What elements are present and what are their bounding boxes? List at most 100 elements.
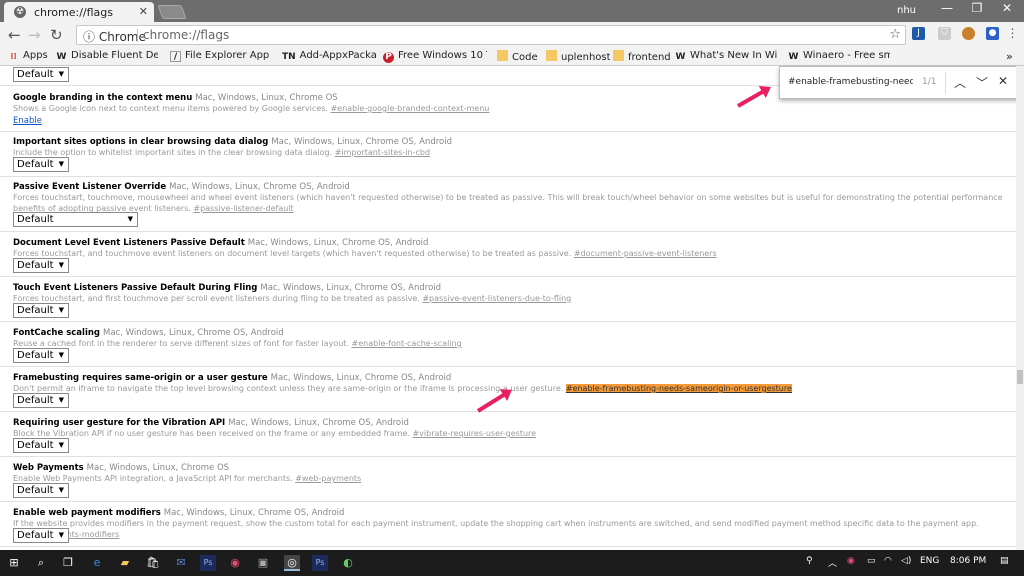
- folder-icon: [546, 50, 557, 61]
- edge-browser-icon[interactable]: e: [89, 555, 105, 571]
- profile-name[interactable]: nhu: [897, 5, 916, 16]
- app-pink-icon[interactable]: ◉: [227, 555, 243, 571]
- flag-title: Document Level Event Listeners Passive D…: [13, 238, 429, 248]
- flag-dropdown[interactable]: Default ▼: [13, 67, 69, 82]
- bookmark-item[interactable]: TNAdd-AppxPackage: [282, 50, 377, 63]
- minimize-button[interactable]: —: [932, 1, 962, 15]
- bookmark-folder[interactable]: Code: [497, 50, 547, 63]
- bookmark-star-icon[interactable]: ☆: [889, 27, 901, 42]
- find-input[interactable]: #enable-framebusting-needs-s: [788, 77, 913, 87]
- reload-button[interactable]: ↻: [50, 26, 63, 44]
- menu-dots-icon[interactable]: ⋮: [1006, 27, 1019, 40]
- flag-title: Important sites options in clear browsin…: [13, 137, 452, 147]
- flag-anchor-link[interactable]: #enable-google-branded-context-menu: [330, 104, 489, 113]
- close-window-button[interactable]: ✕: [992, 1, 1022, 15]
- people-icon[interactable]: ⚲: [806, 556, 813, 566]
- flag-anchor-link[interactable]: #important-sites-in-cbd: [335, 148, 430, 157]
- find-prev-icon[interactable]: ︿: [954, 74, 966, 91]
- flag-description: Forces touchstart, and touchmove event l…: [13, 249, 717, 258]
- dropdown-arrow-icon: ▼: [58, 160, 64, 168]
- tab-flags[interactable]: ☢ chrome://flags ✕: [4, 2, 154, 22]
- tab-close-icon[interactable]: ✕: [139, 5, 148, 18]
- search-icon[interactable]: ⌕: [33, 555, 49, 571]
- chrome-taskbar-icon[interactable]: ◎: [284, 555, 300, 571]
- enable-link[interactable]: Enable: [13, 116, 42, 126]
- extension-orange-icon[interactable]: [962, 27, 975, 40]
- find-next-icon[interactable]: ﹀: [976, 74, 988, 91]
- bookmark-item[interactable]: PFree Windows 10 The: [383, 50, 487, 63]
- flag-anchor-link[interactable]: #passive-listener-default: [193, 204, 293, 213]
- tray-chevron-icon[interactable]: ︿: [828, 556, 837, 569]
- windows-taskbar: ⊞ ⌕ ❐ e ▰ 🛍 ✉ Ps ◉ ▣ ◎ Ps ◐ ⚲ ︿ ◉ ▭ ◠ ◁)…: [0, 550, 1024, 576]
- flag-dropdown[interactable]: Default ▼: [13, 258, 69, 273]
- flag-title: Passive Event Listener Override Mac, Win…: [13, 182, 350, 192]
- task-view-icon[interactable]: ❐: [60, 555, 76, 571]
- divider: [0, 411, 1016, 412]
- divider: [0, 176, 1016, 177]
- forward-button[interactable]: →: [28, 26, 41, 44]
- file-explorer-icon[interactable]: ▰: [117, 555, 133, 571]
- bookmark-folder[interactable]: uplenhost: [546, 50, 610, 63]
- photoshop-icon[interactable]: Ps: [200, 555, 216, 571]
- flag-description: If the website provides modifiers in the…: [13, 518, 1003, 540]
- maximize-button[interactable]: ❐: [962, 1, 992, 15]
- bookmarks-overflow-button[interactable]: »: [1006, 50, 1020, 63]
- notifications-icon[interactable]: ▤: [1000, 556, 1009, 566]
- flag-dropdown[interactable]: Default ▼: [13, 528, 69, 543]
- dropdown-arrow-icon: ▼: [58, 306, 64, 314]
- flag-dropdown[interactable]: Default ▼: [13, 212, 138, 227]
- page-scrollbar[interactable]: [1016, 66, 1024, 550]
- back-button[interactable]: ←: [8, 26, 21, 44]
- flag-description: Forces touchstart, and first touchmove p…: [13, 294, 572, 303]
- flag-title: FontCache scaling Mac, Windows, Linux, C…: [13, 328, 284, 338]
- scrollbar-thumb[interactable]: [1017, 370, 1023, 384]
- flag-anchor-link[interactable]: #document-passive-event-listeners: [574, 249, 717, 258]
- w-site-icon: W: [675, 52, 686, 62]
- flag-anchor-link[interactable]: #web-payments: [295, 474, 361, 483]
- flag-title: Google branding in the context menu Mac,…: [13, 93, 338, 103]
- language-indicator[interactable]: ENG: [920, 556, 939, 566]
- bookmark-item[interactable]: /File Explorer App in t: [170, 50, 272, 62]
- flag-dropdown[interactable]: Default ▼: [13, 393, 69, 408]
- flag-dropdown[interactable]: Default ▼: [13, 303, 69, 318]
- find-match-count: 1/1: [922, 77, 937, 87]
- find-bar: #enable-framebusting-needs-s 1/1 ︿ ﹀ ✕: [779, 66, 1018, 99]
- network-icon[interactable]: ◠: [884, 556, 892, 566]
- address-bar[interactable]: ⓘ Chrome chrome://flags ☆: [76, 25, 906, 45]
- clock[interactable]: 8:06 PM: [950, 556, 986, 566]
- bookmark-folder[interactable]: frontend: [613, 50, 673, 63]
- tray-app-icon[interactable]: ◉: [847, 556, 855, 566]
- mail-icon[interactable]: ✉: [173, 555, 189, 571]
- extension-j-icon[interactable]: J: [912, 27, 925, 40]
- url-text[interactable]: chrome://flags: [143, 28, 229, 42]
- extension-shield-icon[interactable]: ⛉: [938, 27, 951, 40]
- flag-title: Requiring user gesture for the Vibration…: [13, 418, 409, 428]
- flag-anchor-link[interactable]: #vibrate-requires-user-gesture: [412, 429, 536, 438]
- flag-dropdown[interactable]: Default ▼: [13, 348, 69, 363]
- battery-icon[interactable]: ▭: [867, 556, 876, 566]
- bookmark-item[interactable]: WDisable Fluent Desig: [56, 50, 158, 63]
- flag-anchor-link[interactable]: #enable-font-cache-scaling: [352, 339, 462, 348]
- flag-description: Shows a Google icon next to context menu…: [13, 104, 490, 113]
- flag-anchor-link-highlighted[interactable]: #enable-framebusting-needs-sameorigin-or…: [565, 384, 792, 393]
- flags-favicon-icon: ☢: [14, 6, 26, 18]
- flag-dropdown[interactable]: Default ▼: [13, 483, 69, 498]
- bookmarks-bar: ⁞⁞Apps WDisable Fluent Desig /File Explo…: [0, 48, 1024, 66]
- new-tab-button[interactable]: [157, 5, 187, 19]
- flag-anchor-link[interactable]: #passive-event-listeners-due-to-fling: [422, 294, 571, 303]
- app-gray-icon[interactable]: ▣: [255, 555, 271, 571]
- flag-dropdown[interactable]: Default ▼: [13, 157, 69, 172]
- store-icon[interactable]: 🛍: [145, 555, 161, 571]
- browser-toolbar: ← → ↻ ⓘ Chrome chrome://flags ☆ J ⛉ ● ⋮: [0, 22, 1024, 48]
- volume-icon[interactable]: ◁): [901, 556, 911, 566]
- start-windows-icon[interactable]: ⊞: [6, 555, 22, 571]
- flag-dropdown[interactable]: Default ▼: [13, 438, 69, 453]
- extension-badge-icon[interactable]: ●: [986, 27, 999, 40]
- find-close-icon[interactable]: ✕: [998, 74, 1008, 88]
- bookmark-item[interactable]: WWhat's New In Wind: [675, 50, 777, 63]
- app-green-icon[interactable]: ◐: [340, 555, 356, 571]
- photoshop-icon[interactable]: Ps: [312, 555, 328, 571]
- bookmark-item[interactable]: WWinaero - Free small: [788, 50, 890, 63]
- dropdown-arrow-icon: ▼: [58, 486, 64, 494]
- bookmark-apps[interactable]: ⁞⁞ Apps: [8, 50, 53, 63]
